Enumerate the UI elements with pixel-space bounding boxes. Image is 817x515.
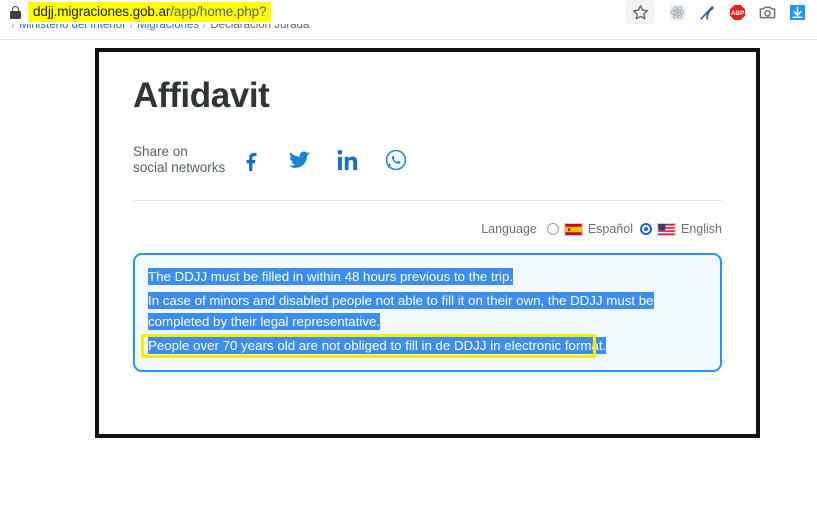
annotation-frame: Affidavit Share on social networks Langu… xyxy=(95,48,760,438)
radio-espanol[interactable] xyxy=(546,223,559,235)
language-option-english-label: English xyxy=(681,222,722,236)
extension-atom-icon[interactable] xyxy=(668,3,687,22)
info-line-1: The DDJJ must be filled in within 48 hou… xyxy=(148,266,707,288)
download-icon[interactable] xyxy=(788,3,807,22)
browser-toolbar: ddjj.migraciones.gob.ar/app/home.php? AB… xyxy=(0,0,817,24)
spain-flag-icon xyxy=(563,222,583,236)
share-section: Share on social networks xyxy=(133,140,722,180)
info-line-2: In case of minors and disabled people no… xyxy=(148,290,707,333)
info-line-3-text: People over 70 years old are not obliged… xyxy=(148,336,607,354)
breadcrumb-separator-1: / xyxy=(129,24,134,31)
whatsapp-icon[interactable] xyxy=(385,149,407,171)
info-line-2-text: In case of minors and disabled people no… xyxy=(148,291,654,330)
breadcrumb-item-ministerio[interactable]: Ministerio del Interior xyxy=(19,24,126,31)
url-text[interactable]: ddjj.migraciones.gob.ar/app/home.php? xyxy=(28,2,272,22)
language-option-english[interactable]: English xyxy=(640,222,722,236)
language-option-espanol[interactable]: Español xyxy=(546,222,633,236)
share-label-line1: Share on xyxy=(133,144,188,159)
section-divider xyxy=(133,200,722,201)
breadcrumb-item-declaracion-jurada: Declaración Jurada xyxy=(210,24,310,31)
breadcrumb-separator-0: / xyxy=(12,24,16,31)
language-selector: Language Español English xyxy=(133,219,722,239)
browser-action-icons: ABP xyxy=(625,0,807,24)
url-host: ddjj.migraciones.gob.ar xyxy=(33,4,171,19)
address-bar[interactable]: ddjj.migraciones.gob.ar/app/home.php? xyxy=(0,0,272,24)
screenshot-camera-icon[interactable] xyxy=(758,3,777,22)
page-title: Affidavit xyxy=(133,76,270,115)
linkedin-icon[interactable] xyxy=(337,149,359,171)
usa-flag-icon xyxy=(657,222,676,236)
twitter-icon[interactable] xyxy=(289,149,311,171)
page-content-area: Affidavit Share on social networks Langu… xyxy=(0,40,817,515)
radio-english[interactable] xyxy=(640,223,652,235)
info-box: The DDJJ must be filled in within 48 hou… xyxy=(133,253,722,372)
facebook-icon[interactable] xyxy=(241,149,263,171)
language-option-espanol-label: Español xyxy=(587,222,633,236)
breadcrumb-bar: / Ministerio del Interior / Migraciones / Dec… xyxy=(0,24,817,40)
info-line-3: People over 70 years old are not obliged… xyxy=(148,335,707,357)
language-label: Language xyxy=(481,222,537,236)
share-icon-list xyxy=(241,149,407,171)
bookmark-star-button[interactable] xyxy=(625,0,655,24)
breadcrumb-item-migraciones[interactable]: Migraciones xyxy=(137,24,199,31)
lock-icon[interactable] xyxy=(10,5,21,19)
breadcrumb-separator-2: / xyxy=(203,24,207,31)
adblock-plus-icon[interactable]: ABP xyxy=(728,3,747,22)
extension-hook-icon[interactable] xyxy=(698,3,717,22)
breadcrumb: / Ministerio del Interior / Migraciones / Dec… xyxy=(8,24,309,33)
info-line-1-text: The DDJJ must be filled in within 48 hou… xyxy=(148,268,514,285)
affidavit-card: Affidavit Share on social networks Langu… xyxy=(99,52,756,434)
url-path: /app/home.php? xyxy=(170,4,267,19)
share-label: Share on social networks xyxy=(133,144,233,176)
svg-text:ABP: ABP xyxy=(731,9,744,16)
bookmark-star-icon[interactable] xyxy=(631,3,650,22)
share-label-line2: social networks xyxy=(133,160,226,175)
